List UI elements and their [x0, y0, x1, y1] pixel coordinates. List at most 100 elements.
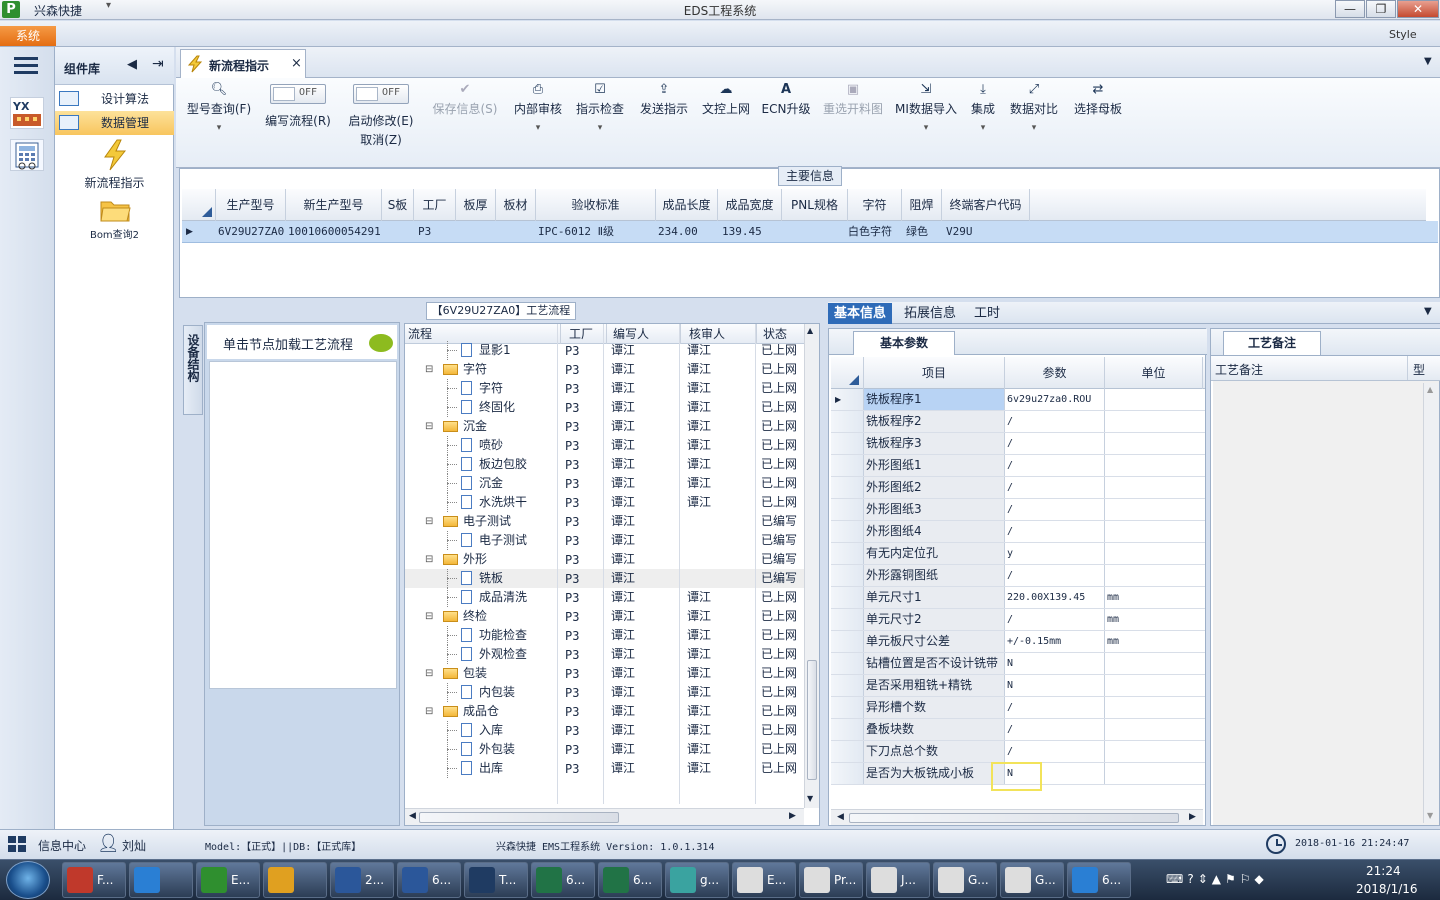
row-selector[interactable]: [831, 697, 864, 718]
collapse-node-icon[interactable]: ⊟: [425, 702, 433, 721]
model-query-button[interactable]: 🔍︎ 型号查询(F) ▾: [184, 82, 254, 133]
dropdown-arrow-icon[interactable]: ▾: [184, 123, 254, 133]
param-row[interactable]: 单元尺寸1 220.00X139.45 mm: [831, 587, 1205, 609]
param-value[interactable]: /: [1005, 697, 1105, 718]
row-selector[interactable]: [831, 587, 864, 608]
param-value[interactable]: /: [1005, 609, 1105, 630]
param-value[interactable]: /: [1005, 719, 1105, 740]
param-row[interactable]: 叠板块数 /: [831, 719, 1205, 741]
tree-row[interactable]: 字符 P3 谭江 谭江 已上网: [405, 379, 805, 398]
scroll-thumb[interactable]: [849, 813, 1179, 823]
row-selector[interactable]: ▶: [831, 389, 864, 410]
scroll-down-icon[interactable]: ▼: [1427, 811, 1433, 820]
tree-row[interactable]: 铣板 P3 谭江 已编写: [405, 569, 805, 588]
collapse-node-icon[interactable]: ⊟: [425, 664, 433, 683]
tree-vertical-scrollbar[interactable]: ▲ ▼: [804, 324, 819, 808]
tree-row[interactable]: ⊟ 电子测试 P3 谭江 已编写: [405, 512, 805, 531]
tab-process-notes[interactable]: 工艺备注: [1223, 331, 1321, 355]
table-row[interactable]: ▶ 6V29U27ZA0 10010600054291 P3 IPC-6012 …: [182, 221, 1438, 243]
lib-item-design-algorithm[interactable]: 设计算法: [55, 87, 174, 111]
tree-row[interactable]: 入库 P3 谭江 谭江 已上网: [405, 721, 805, 740]
param-value[interactable]: /: [1005, 477, 1105, 498]
tree-row[interactable]: 出库 P3 谭江 谭江 已上网: [405, 759, 805, 778]
tab-new-flow[interactable]: 新流程指示 ×: [180, 49, 306, 79]
restore-button[interactable]: ❐: [1366, 0, 1396, 18]
dropdown-arrow-icon[interactable]: ▾: [510, 123, 566, 133]
tree-row[interactable]: ⊟ 字符 P3 谭江 谭江 已上网: [405, 360, 805, 379]
info-center-link[interactable]: 信息中心: [38, 837, 86, 854]
taskbar-app-button[interactable]: [263, 862, 327, 898]
start-edit-toggle[interactable]: OFF: [353, 84, 409, 104]
taskbar-app-button[interactable]: J...: [866, 862, 930, 898]
taskbar-app-button[interactable]: g...: [665, 862, 729, 898]
param-value[interactable]: 6v29u27za0.ROU: [1005, 389, 1105, 410]
lib-item-new-flow[interactable]: 新流程指示: [55, 139, 174, 191]
table-cell[interactable]: 10010600054291: [288, 221, 381, 243]
param-value[interactable]: +/-0.15mm: [1005, 631, 1105, 652]
param-value[interactable]: /: [1005, 741, 1105, 762]
tree-row[interactable]: 电子测试 P3 谭江 已编写: [405, 531, 805, 550]
column-header[interactable]: 单位: [1105, 357, 1203, 389]
taskbar-app-button[interactable]: 6...: [598, 862, 662, 898]
param-row[interactable]: 钻槽位置是否不设计铣带 N: [831, 653, 1205, 675]
grid-icon[interactable]: [8, 836, 28, 854]
taskbar-app-button[interactable]: 6...: [397, 862, 461, 898]
table-cell[interactable]: V29U: [946, 221, 973, 243]
param-row[interactable]: 有无内定位孔 y: [831, 543, 1205, 565]
scroll-down-icon[interactable]: ▼: [807, 794, 813, 803]
taskbar-app-button[interactable]: G...: [1000, 862, 1064, 898]
taskbar-clock-date[interactable]: 2018/1/16: [1356, 882, 1418, 896]
row-selector[interactable]: [831, 763, 864, 784]
tab-basic-info[interactable]: 基本信息: [828, 303, 893, 324]
collapse-node-icon[interactable]: ⊟: [425, 607, 433, 626]
minimize-button[interactable]: —: [1335, 0, 1365, 18]
row-selector[interactable]: [831, 609, 864, 630]
taskbar-app-button[interactable]: G...: [933, 862, 997, 898]
tab-working-hours[interactable]: 工时: [968, 303, 1006, 324]
tab-list-dropdown-icon[interactable]: ▼: [1424, 306, 1432, 317]
load-hint-bar[interactable]: 单击节点加载工艺流程: [207, 325, 397, 359]
table-cell[interactable]: 绿色: [906, 221, 928, 243]
column-header[interactable]: PNL规格: [782, 189, 848, 221]
start-button[interactable]: [6, 861, 50, 899]
param-row[interactable]: 外形图纸1/: [831, 455, 1205, 477]
param-value[interactable]: /: [1005, 411, 1105, 432]
tab-basic-params[interactable]: 基本参数: [853, 331, 955, 355]
tree-row[interactable]: 外包装 P3 谭江 谭江 已上网: [405, 740, 805, 759]
collapse-node-icon[interactable]: ⊟: [425, 512, 433, 531]
integrate-button[interactable]: ⤓ 集成 ▾: [966, 82, 1000, 133]
select-all-corner-icon[interactable]: [202, 207, 212, 217]
send-instruction-button[interactable]: ⇪ 发送指示: [636, 82, 692, 117]
row-selector[interactable]: [831, 499, 864, 520]
dropdown-arrow-icon[interactable]: ▾: [892, 123, 960, 133]
tab-list-dropdown-icon[interactable]: ▼: [1424, 56, 1432, 67]
lib-item-bom-query[interactable]: Bom查询2: [55, 197, 174, 241]
taskbar-app-button[interactable]: Pr...: [799, 862, 863, 898]
table-cell[interactable]: 139.45: [722, 221, 762, 243]
column-header[interactable]: 项目: [864, 357, 1005, 389]
row-selector[interactable]: [831, 543, 864, 564]
dropdown-arrow-icon[interactable]: ▾: [966, 123, 1000, 133]
lib-item-data-management[interactable]: 数据管理: [55, 111, 174, 135]
style-menu[interactable]: Style: [1389, 28, 1417, 41]
scroll-up-icon[interactable]: ▲: [1427, 385, 1433, 394]
param-value[interactable]: /: [1005, 433, 1105, 454]
row-selector[interactable]: [831, 521, 864, 542]
param-row[interactable]: 是否采用粗铣+精铣 N: [831, 675, 1205, 697]
save-info-button[interactable]: ✔ 保存信息(S): [430, 82, 500, 117]
row-selector[interactable]: [831, 653, 864, 674]
tree-row[interactable]: 水洗烘干 P3 谭江 谭江 已上网: [405, 493, 805, 512]
param-row[interactable]: 下刀点总个数 /: [831, 741, 1205, 763]
taskbar-app-button[interactable]: T...: [464, 862, 528, 898]
scroll-right-icon[interactable]: ▶: [789, 811, 796, 821]
taskbar-clock-time[interactable]: 21:24: [1366, 864, 1401, 878]
scroll-thumb[interactable]: [419, 812, 619, 823]
column-header[interactable]: 新生产型号: [286, 189, 382, 221]
tab-close-icon[interactable]: ×: [291, 56, 302, 71]
yx-factory-icon[interactable]: YX: [10, 97, 44, 129]
param-row[interactable]: 铣板程序3/: [831, 433, 1205, 455]
tree-row[interactable]: ⊟ 终检 P3 谭江 谭江 已上网: [405, 607, 805, 626]
taskbar-app-button[interactable]: F...: [62, 862, 126, 898]
doc-control-online-button[interactable]: ☁ 文控上网: [698, 82, 754, 117]
cancel-label[interactable]: 取消(Z): [344, 131, 418, 148]
